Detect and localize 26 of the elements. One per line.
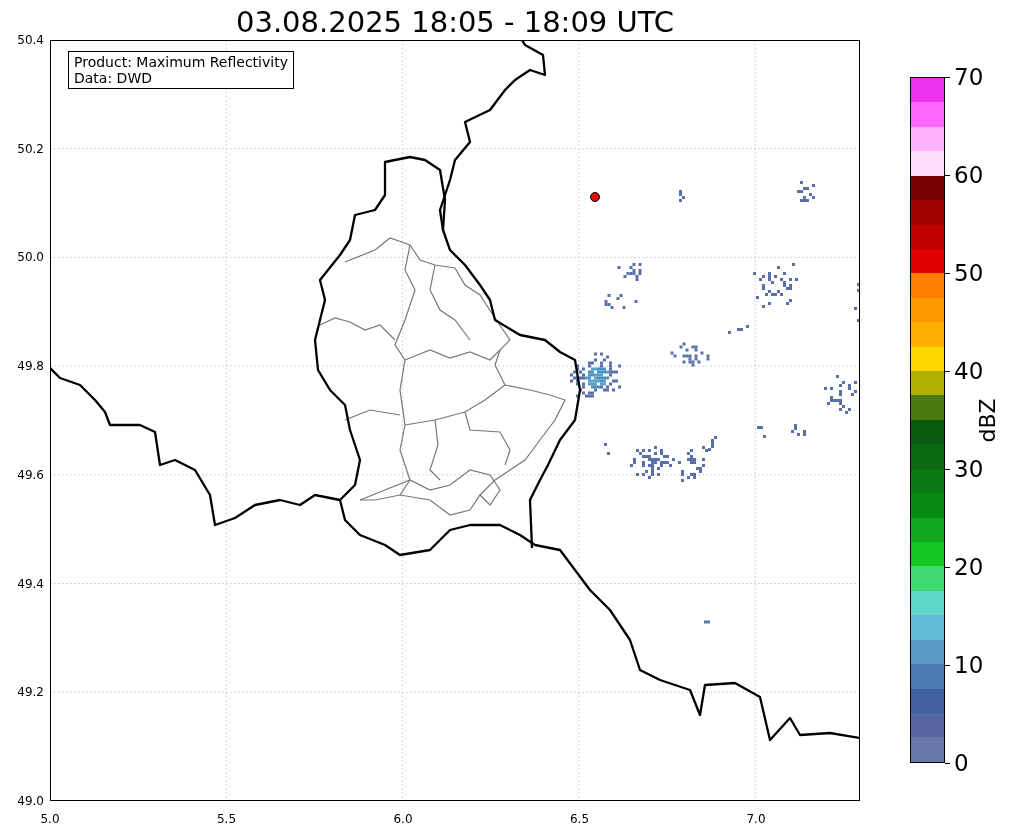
colorbar-tick-label: 0 — [954, 749, 969, 777]
colorbar-tick-label: 70 — [954, 63, 984, 91]
colorbar-tick-label: 30 — [954, 455, 984, 483]
x-tick-label: 5.0 — [39, 812, 61, 826]
colorbar-label: dBZ — [974, 397, 1000, 443]
x-tick-label: 6.0 — [392, 812, 414, 826]
legend-text: Data: DWD — [74, 70, 153, 86]
colorbar-tick-label: 20 — [954, 553, 984, 581]
y-tick-label: 49.6 — [17, 467, 45, 482]
colorbar-tick-label: 40 — [954, 357, 984, 385]
y-tick-label: 49.2 — [17, 685, 45, 700]
location-marker — [590, 192, 600, 202]
y-tick-label: 50.2 — [17, 141, 45, 156]
y-tick-label: 50.0 — [17, 250, 45, 265]
chart-title: 03.08.2025 18:05 - 18:09 UTC — [235, 4, 675, 40]
y-tick-label: 49.8 — [17, 359, 45, 374]
colorbar-tick-label: 60 — [954, 161, 984, 189]
x-tick-label: 7.0 — [745, 812, 767, 826]
x-tick-label: 5.5 — [215, 812, 238, 826]
legend-text: Product: Maximum Reflectivity — [74, 54, 288, 70]
y-tick-label: 49.4 — [17, 576, 45, 591]
y-tick-label: 49.0 — [17, 793, 45, 808]
colorbar-tick-label: 50 — [954, 259, 984, 287]
x-tick-label: 6.5 — [568, 812, 591, 826]
colorbar-tick-label: 10 — [954, 651, 984, 679]
y-tick-label: 50.4 — [17, 33, 45, 47]
